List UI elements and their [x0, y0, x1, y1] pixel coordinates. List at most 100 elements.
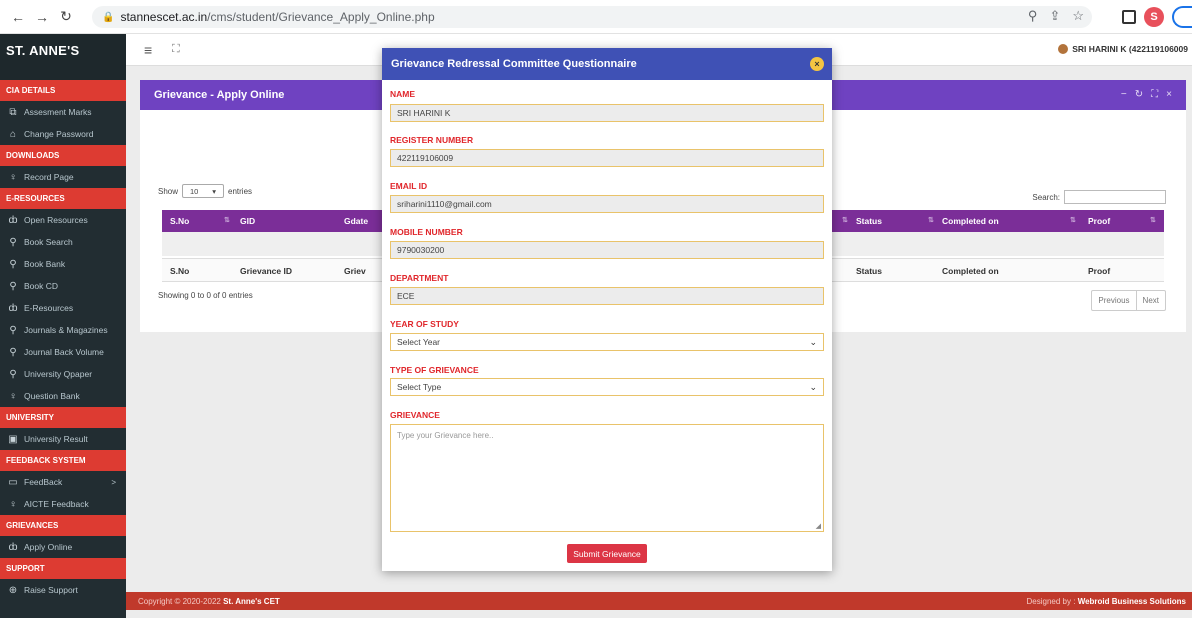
col-status[interactable]: Status	[856, 210, 882, 232]
chevron-right-icon: >	[111, 477, 116, 487]
fire-icon: ȸ	[8, 541, 18, 553]
sidebar-item-e-resources[interactable]: ȸ E-Resources	[0, 297, 126, 319]
bulb-icon: ♀	[9, 498, 17, 510]
search-icon: ⚲	[9, 258, 17, 270]
mobile-field[interactable]: 9790030200	[390, 241, 824, 259]
department-field[interactable]: ECE	[390, 287, 824, 305]
sidebar-section-downloads: DOWNLOADS	[0, 145, 126, 166]
type-select[interactable]: Select Type ⌄	[390, 378, 824, 396]
search-icon: ⚲	[9, 346, 17, 358]
sidebar-item-open-resources[interactable]: ȸ Open Resources	[0, 209, 126, 231]
sidebar-item-journal-back-volume[interactable]: ⚲ Journal Back Volume	[0, 341, 126, 363]
sidebar-item-university-result[interactable]: ▣ University Result	[0, 428, 126, 450]
calendar-icon: ▣	[8, 433, 18, 445]
sort-icon: ⇅	[842, 217, 848, 224]
col-gid[interactable]: GID	[240, 210, 255, 232]
sidebar-section-university: UNIVERSITY	[0, 407, 126, 428]
sidebar-item-apply-online[interactable]: ȸ Apply Online	[0, 536, 126, 558]
col-proof[interactable]: Proof	[1088, 210, 1110, 232]
submit-grievance-button[interactable]: Submit Grievance	[567, 544, 647, 563]
grievance-textarea[interactable]: Type your Grievance here.. ◢	[390, 424, 824, 532]
sidebar-section-eresources: E-RESOURCES	[0, 188, 126, 209]
type-label: TYPE OF GRIEVANCE	[390, 365, 479, 375]
address-bar[interactable]: 🔒 stannescet.ac.in /cms/student/Grievanc…	[92, 6, 1092, 28]
browser-toolbar: ← → ↻ 🔒 stannescet.ac.in /cms/student/Gr…	[0, 0, 1192, 34]
forward-arrow-icon[interactable]: →	[32, 7, 52, 27]
back-arrow-icon[interactable]: ←	[8, 7, 28, 27]
search-input[interactable]	[1064, 190, 1166, 204]
sidebar-item-assesment-marks[interactable]: ⧉ Assesment Marks	[0, 101, 126, 123]
sidebar-item-aicte-feedback[interactable]: ♀ AICTE Feedback	[0, 493, 126, 515]
fire-icon: ȸ	[8, 302, 18, 314]
next-button[interactable]: Next	[1137, 291, 1165, 310]
search-icon: ⚲	[9, 368, 17, 380]
search-icon: ⚲	[9, 324, 17, 336]
fullscreen-icon[interactable]: ⛶	[172, 43, 180, 56]
modal-title: Grievance Redressal Committee Questionna…	[391, 58, 637, 70]
share-icon[interactable]: ⇪	[1049, 8, 1060, 24]
fire-icon: ȸ	[8, 214, 18, 226]
col-completed-on[interactable]: Completed on	[942, 210, 999, 232]
sidebar-panel-icon[interactable]	[1122, 10, 1136, 24]
brand-logo[interactable]: ST. ANNE'S	[0, 34, 126, 66]
url-host: stannescet.ac.in	[120, 10, 208, 24]
sidebar-section-feedback: FEEDBACK SYSTEM	[0, 450, 126, 471]
footer-designer-link[interactable]: Webroid Business Solutions	[1078, 597, 1186, 606]
bulb-icon: ♀	[9, 390, 17, 402]
register-number-field[interactable]: 422119106009	[390, 149, 824, 167]
name-field[interactable]: SRI HARINI K	[390, 104, 824, 122]
close-button[interactable]: ×	[810, 57, 824, 71]
table-search: Search:	[1032, 190, 1166, 204]
register-label: REGISTER NUMBER	[390, 135, 474, 145]
entries-select[interactable]: 10 ▾	[182, 184, 225, 198]
sidebar-item-raise-support[interactable]: ⊕ Raise Support	[0, 579, 126, 601]
bookmark-star-icon[interactable]: ☆	[1072, 8, 1084, 24]
year-select[interactable]: Select Year ⌄	[390, 333, 824, 351]
reload-icon[interactable]: ↻	[56, 7, 76, 27]
col-gdate[interactable]: Gdate	[344, 210, 368, 232]
sidebar-item-change-password[interactable]: ⌂ Change Password	[0, 123, 126, 145]
mobile-label: MOBILE NUMBER	[390, 227, 463, 237]
sidebar-section-grievances: GRIEVANCES	[0, 515, 126, 536]
sidebar-item-question-bank[interactable]: ♀ Question Bank	[0, 385, 126, 407]
previous-button[interactable]: Previous	[1092, 291, 1137, 310]
pagination: Previous Next	[1091, 290, 1166, 311]
account-ring-icon[interactable]	[1172, 6, 1192, 28]
footer-org-link[interactable]: St. Anne's CET	[223, 597, 280, 606]
chevron-down-icon: ▾	[212, 186, 217, 196]
col-sno[interactable]: S.No	[170, 210, 189, 232]
sidebar-section-support: SUPPORT	[0, 558, 126, 579]
email-field[interactable]: sriharini1110@gmail.com	[390, 195, 824, 213]
sidebar-item-book-bank[interactable]: ⚲ Book Bank	[0, 253, 126, 275]
profile-avatar[interactable]: S	[1144, 7, 1164, 27]
resize-handle-icon[interactable]: ◢	[816, 522, 821, 530]
sort-icon: ⇅	[1150, 217, 1156, 224]
chevron-down-icon: ⌄	[809, 381, 817, 392]
sidebar-item-university-qpaper[interactable]: ⚲ University Qpaper	[0, 363, 126, 385]
zoom-icon[interactable]: ⚲	[1028, 8, 1038, 24]
lock-icon: ⌂	[9, 128, 17, 140]
sidebar-item-record-page[interactable]: ♀ Record Page	[0, 166, 126, 188]
close-icon[interactable]: ×	[1166, 89, 1172, 100]
lock-icon: 🔒	[102, 11, 115, 23]
collapse-icon[interactable]: −	[1121, 89, 1127, 100]
department-label: DEPARTMENT	[390, 273, 449, 283]
sidebar-item-journals[interactable]: ⚲ Journals & Magazines	[0, 319, 126, 341]
search-icon: ⚲	[9, 236, 17, 248]
name-label: NAME	[390, 89, 416, 99]
table-info: Showing 0 to 0 of 0 entries	[158, 291, 253, 300]
refresh-icon[interactable]: ↻	[1135, 89, 1143, 100]
sidebar-item-book-search[interactable]: ⚲ Book Search	[0, 231, 126, 253]
user-menu[interactable]: SRI HARINI K (422119106009	[1058, 44, 1188, 54]
sort-icon: ⇅	[1070, 217, 1076, 224]
sidebar: ST. ANNE'S CIA DETAILS ⧉ Assesment Marks …	[0, 34, 126, 618]
maximize-icon[interactable]: ⛶	[1151, 89, 1158, 100]
email-label: EMAIL ID	[390, 181, 428, 191]
sidebar-item-book-cd[interactable]: ⚲ Book CD	[0, 275, 126, 297]
sidebar-item-feedback[interactable]: ▭ FeedBack >	[0, 471, 126, 493]
grievance-label: GRIEVANCE	[390, 410, 440, 420]
hamburger-menu-icon[interactable]: ≡	[144, 42, 152, 58]
lifebuoy-icon: ⊕	[8, 584, 18, 596]
search-icon: ⚲	[9, 280, 17, 292]
sort-icon: ⇅	[928, 217, 934, 224]
